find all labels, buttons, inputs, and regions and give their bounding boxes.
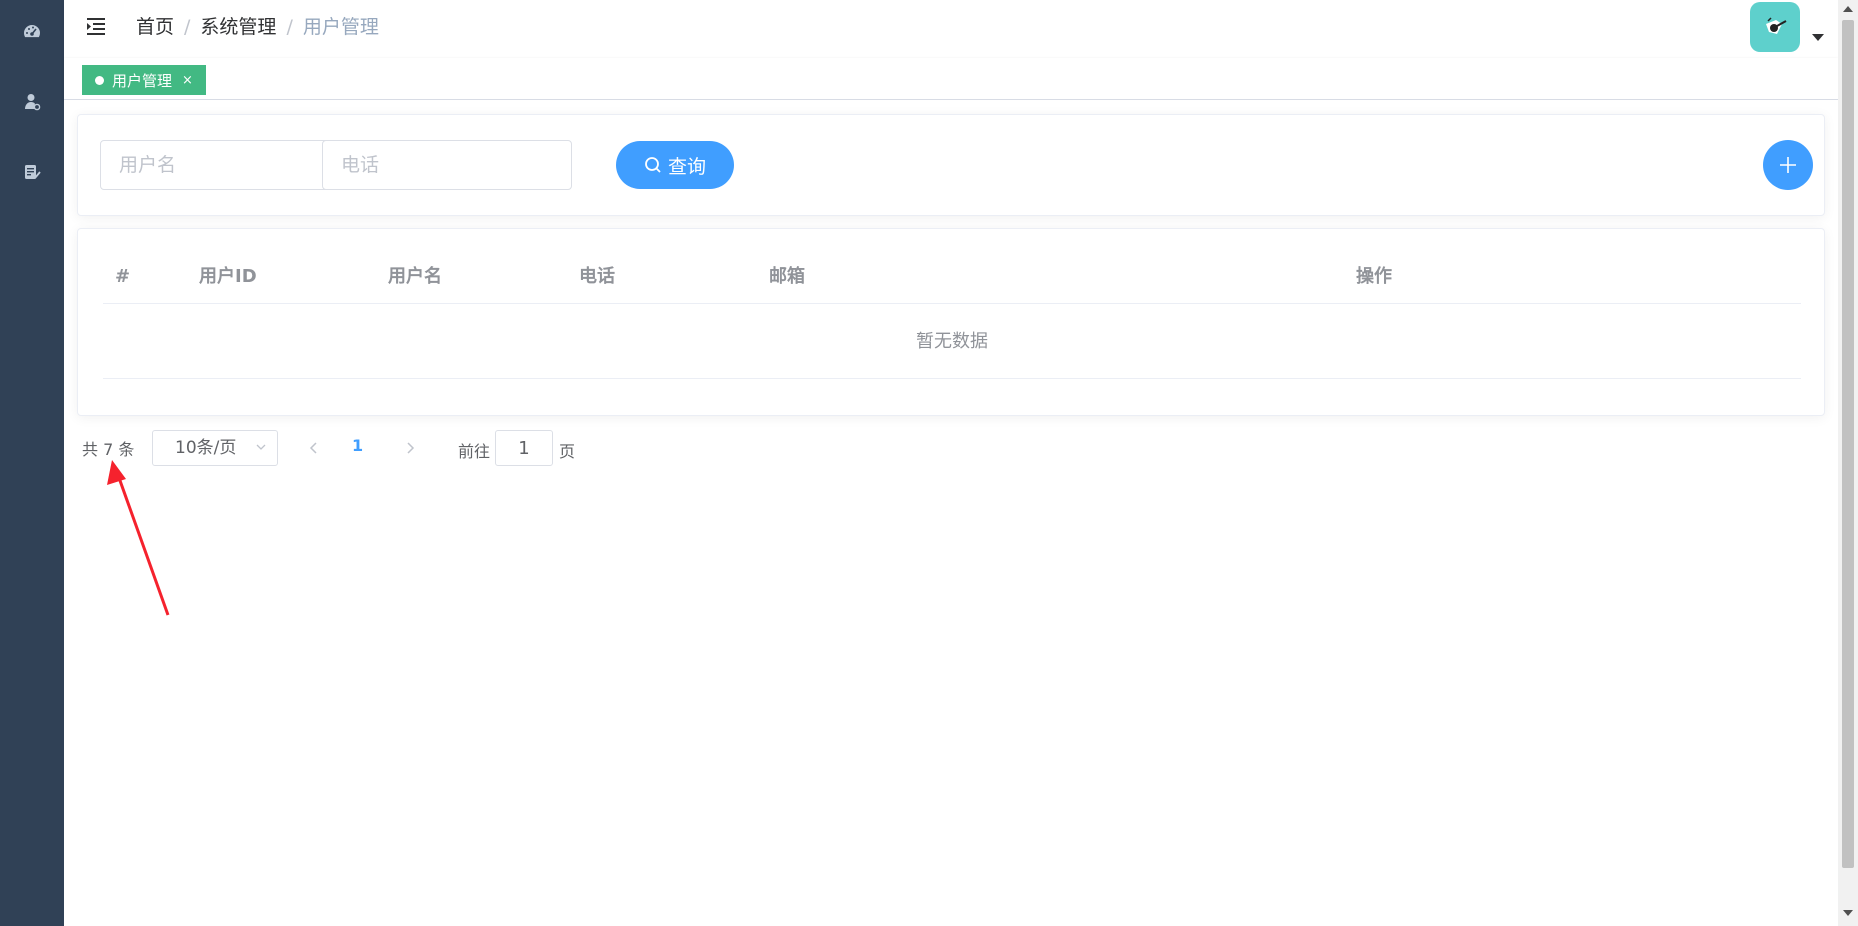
avatar[interactable] <box>1750 2 1800 52</box>
goto-label: 前往 <box>458 442 491 461</box>
vertical-scrollbar[interactable] <box>1838 0 1858 926</box>
search-icon <box>645 157 661 173</box>
breadcrumb-separator: / <box>184 16 191 38</box>
column-header-phone: 电话 <box>579 266 615 287</box>
goto-page-input[interactable] <box>495 430 553 466</box>
app-main: 查询 # 用户ID 用户名 电话 邮箱 操作 暂无数据 共 7 条 10条/页 <box>64 100 1838 926</box>
username-input[interactable] <box>100 140 350 190</box>
search-card: 查询 <box>77 114 1825 216</box>
page-size-value: 10条/页 <box>175 438 237 458</box>
user-settings-icon <box>25 94 41 111</box>
search-button-label: 查询 <box>667 155 706 178</box>
sidebar <box>0 0 64 926</box>
breadcrumb: 首页 / 系统管理 / 用户管理 <box>136 14 379 40</box>
sidebar-item-dashboard[interactable] <box>0 2 64 62</box>
page-number-1[interactable]: 1 <box>352 436 363 455</box>
tag-label: 用户管理 <box>112 71 173 90</box>
phone-input[interactable] <box>322 140 572 190</box>
sidebar-item-log-management[interactable] <box>0 142 64 202</box>
column-header-username: 用户名 <box>388 266 442 287</box>
tag-user-management[interactable]: 用户管理 × <box>82 65 206 95</box>
tags-view: 用户管理 × <box>64 58 1838 100</box>
annotation-arrow-icon <box>107 460 170 616</box>
scrollbar-thumb[interactable] <box>1842 20 1854 868</box>
plus-icon <box>1780 157 1796 173</box>
chevron-left-icon[interactable] <box>304 438 324 458</box>
column-header-email: 邮箱 <box>769 266 805 287</box>
avatar-image-icon <box>1766 17 1787 34</box>
document-edit-icon <box>25 165 41 179</box>
chevron-down-icon[interactable] <box>1812 34 1824 41</box>
column-header-actions: 操作 <box>1356 266 1392 287</box>
hamburger-menu-icon[interactable] <box>84 14 108 38</box>
breadcrumb-separator: / <box>286 16 293 38</box>
goto-suffix: 页 <box>559 442 576 461</box>
table-card: # 用户ID 用户名 电话 邮箱 操作 暂无数据 <box>77 228 1825 416</box>
navbar: 首页 / 系统管理 / 用户管理 <box>64 0 1838 58</box>
add-user-button[interactable] <box>1763 140 1813 190</box>
breadcrumb-item-home[interactable]: 首页 <box>136 16 174 38</box>
breadcrumb-item-current: 用户管理 <box>302 16 379 38</box>
dashboard-icon <box>24 25 41 38</box>
sidebar-item-user-management[interactable] <box>0 72 64 132</box>
scroll-up-icon[interactable] <box>1843 6 1853 12</box>
search-button[interactable]: 查询 <box>616 141 734 189</box>
table-empty-text: 暂无数据 <box>103 305 1801 379</box>
column-header-index: # <box>115 266 131 287</box>
close-icon[interactable]: × <box>182 73 193 88</box>
scroll-down-icon[interactable] <box>1843 910 1853 916</box>
table-header: # 用户ID 用户名 电话 邮箱 操作 <box>103 249 1801 304</box>
breadcrumb-item-system[interactable]: 系统管理 <box>200 16 276 38</box>
column-header-user-id: 用户ID <box>199 266 257 287</box>
chevron-down-icon <box>256 444 266 450</box>
active-dot-icon <box>95 75 104 85</box>
chevron-right-icon[interactable] <box>400 438 420 458</box>
